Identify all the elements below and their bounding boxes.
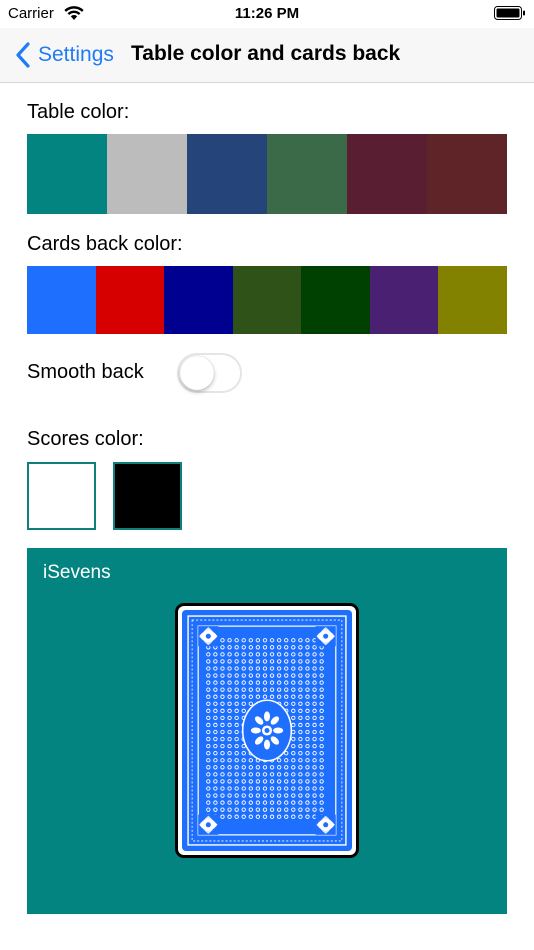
card-back-preview — [175, 603, 359, 858]
cards-back-color-swatch-4[interactable] — [232, 266, 302, 334]
page-title: Table color and cards back — [131, 42, 401, 65]
table-color-swatches — [27, 134, 507, 214]
scores-color-white[interactable] — [27, 462, 96, 530]
navigation-bar: Settings Table color and cards back — [0, 28, 534, 83]
back-button-label: Settings — [38, 43, 114, 66]
table-color-swatch-2[interactable] — [107, 134, 187, 214]
cards-back-color-swatch-7[interactable] — [438, 266, 508, 334]
scores-color-label: Scores color: — [27, 428, 144, 450]
table-color-swatch-1[interactable] — [27, 134, 107, 214]
smooth-back-toggle[interactable] — [177, 353, 242, 393]
cards-back-color-swatches — [27, 266, 508, 334]
status-bar: Carrier 11:26 PM — [0, 0, 534, 28]
cards-back-color-swatch-3[interactable] — [164, 266, 233, 334]
cards-back-color-label: Cards back color: — [27, 233, 183, 255]
back-button[interactable]: Settings — [14, 40, 114, 70]
table-color-swatch-6[interactable] — [427, 134, 507, 214]
chevron-left-icon — [16, 42, 30, 68]
smooth-back-label: Smooth back — [27, 361, 144, 383]
smooth-back-row: Smooth back — [27, 352, 507, 394]
preview-title: iSevens — [43, 562, 111, 583]
cards-back-color-swatch-6[interactable] — [369, 266, 439, 334]
card-back-pattern — [182, 610, 352, 851]
scores-color-black[interactable] — [113, 462, 182, 530]
battery-icon — [494, 6, 525, 20]
card-back-pattern-graphic — [182, 610, 352, 851]
cards-back-color-swatch-2[interactable] — [95, 266, 165, 334]
cards-back-color-swatch-1[interactable] — [27, 266, 96, 334]
clock: 11:26 PM — [234, 5, 300, 22]
toggle-knob — [180, 356, 214, 390]
table-color-label: Table color: — [27, 101, 130, 123]
table-color-swatch-4[interactable] — [267, 134, 347, 214]
table-color-swatch-3[interactable] — [187, 134, 267, 214]
cards-back-color-swatch-5[interactable] — [301, 266, 370, 334]
table-color-swatch-5[interactable] — [347, 134, 427, 214]
table-preview: iSevens — [27, 548, 507, 914]
